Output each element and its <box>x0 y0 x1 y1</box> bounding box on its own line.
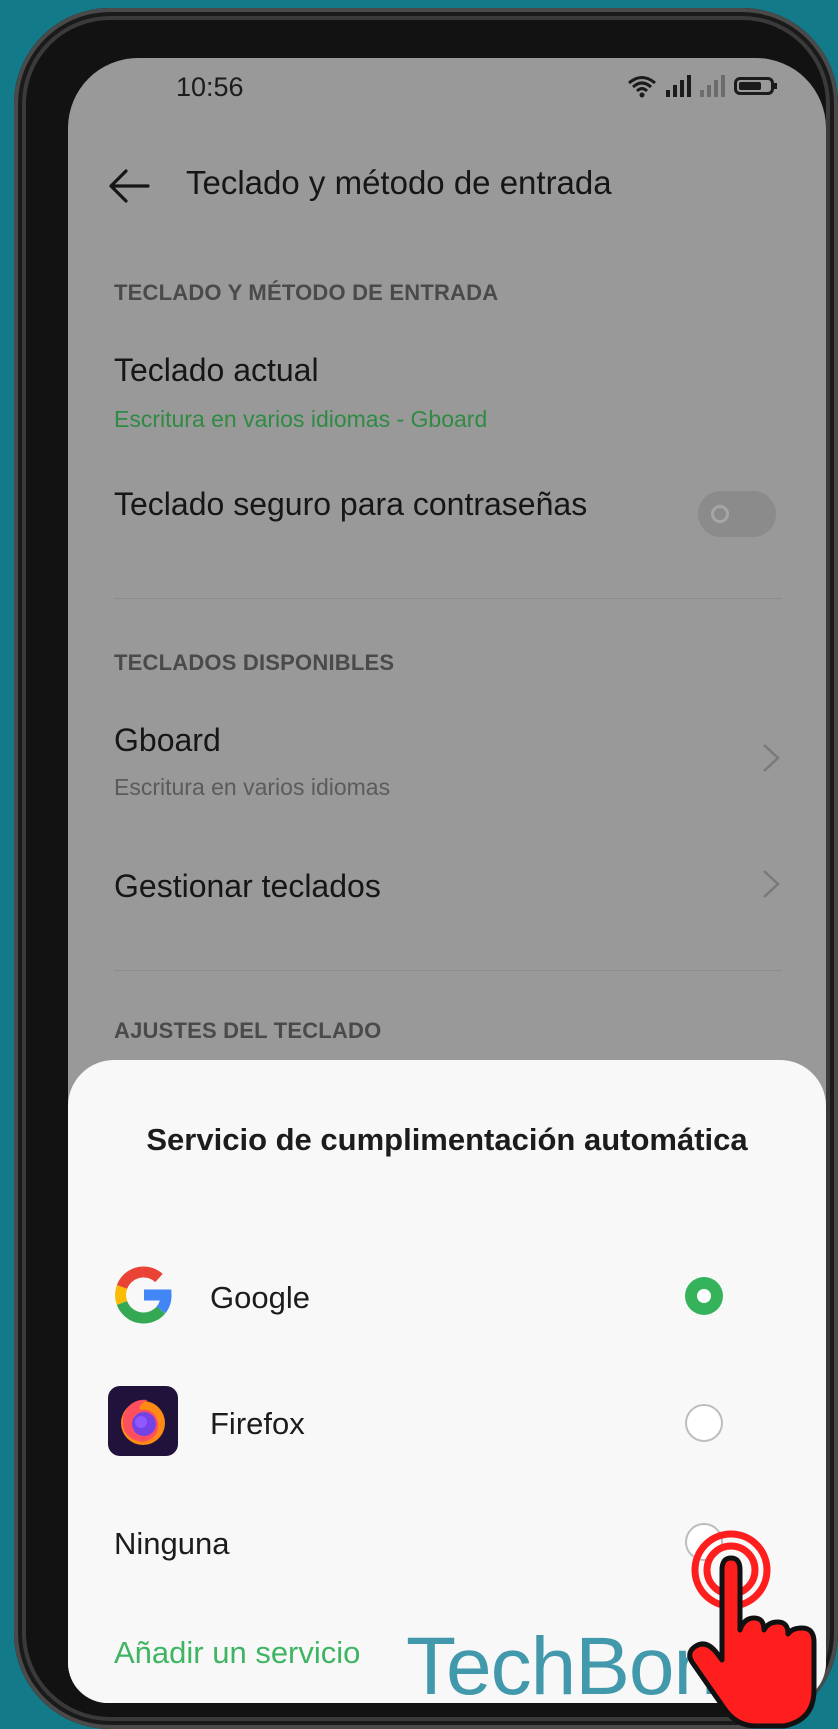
manage-keyboards-title: Gestionar teclados <box>114 868 381 904</box>
radio-firefox[interactable] <box>685 1404 723 1442</box>
section-label-settings: AJUSTES DEL TECLADO <box>114 1018 382 1043</box>
page-title: Teclado y método de entrada <box>186 164 612 201</box>
section-label-input-method: TECLADO Y MÉTODO DE ENTRADA <box>114 280 499 305</box>
screen: 10:56 Teclado y método de entrada TECLAD… <box>68 58 826 1703</box>
secure-keyboard-label: Teclado seguro para contraseñas <box>114 486 588 522</box>
tap-hand-icon <box>687 1530 817 1729</box>
wifi-icon <box>628 76 656 98</box>
phone-frame: 10:56 Teclado y método de entrada TECLAD… <box>14 8 838 1729</box>
section-label-available: TECLADOS DISPONIBLES <box>114 650 395 675</box>
battery-icon <box>734 77 777 95</box>
gboard-subtitle: Escritura en varios idiomas <box>114 774 391 800</box>
current-keyboard-title: Teclado actual <box>114 352 319 388</box>
status-bar: 10:56 <box>68 58 826 128</box>
signal-secondary-icon <box>700 75 725 97</box>
signal-icon <box>666 75 691 97</box>
divider <box>114 598 782 599</box>
option-label: Ninguna <box>114 1526 230 1561</box>
option-label: Firefox <box>210 1406 305 1441</box>
firefox-icon <box>108 1386 178 1456</box>
chevron-right-icon <box>763 870 780 898</box>
current-keyboard-value: Escritura en varios idiomas - Gboard <box>114 406 488 432</box>
status-icons <box>627 74 777 98</box>
gboard-title: Gboard <box>114 722 221 758</box>
option-label: Google <box>210 1280 310 1315</box>
chevron-right-icon <box>763 744 780 772</box>
status-time: 10:56 <box>176 72 244 102</box>
add-service-link[interactable]: Añadir un servicio <box>114 1635 360 1671</box>
back-arrow-icon[interactable] <box>108 166 150 206</box>
secure-keyboard-toggle[interactable] <box>698 491 776 537</box>
sheet-title: Servicio de cumplimentación automática <box>146 1122 748 1157</box>
radio-google[interactable] <box>685 1277 723 1315</box>
google-icon <box>115 1266 172 1324</box>
divider <box>114 970 782 971</box>
